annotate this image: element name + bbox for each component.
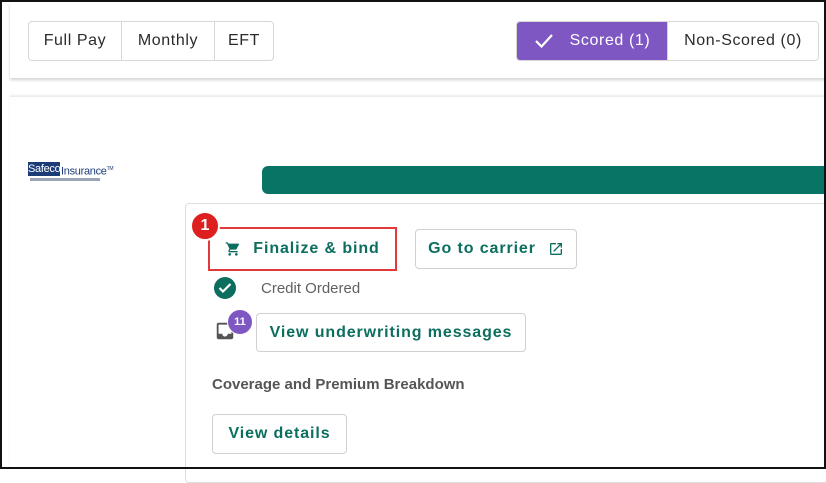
safeco-logo: Safeco InsuranceTM [28,162,128,186]
view-details-button[interactable]: View details [212,414,347,454]
finalize-bind-button[interactable]: Finalize & bind [208,227,397,271]
logo-wordmark: InsuranceTM [61,165,114,178]
go-to-carrier-button[interactable]: Go to carrier [415,229,577,269]
score-toggle-group: Scored (1) Non-Scored (0) [516,21,819,61]
finalize-bind-label: Finalize & bind [253,240,380,257]
message-count-badge: 11 [227,309,253,335]
view-underwriting-messages-button[interactable]: View underwriting messages [256,313,526,352]
filter-full-pay[interactable]: Full Pay [29,22,122,60]
go-to-carrier-label: Go to carrier [428,240,536,257]
credit-status-label: Credit Ordered [261,280,361,297]
premium-bar [262,166,826,194]
tab-scored-label: Scored (1) [569,32,651,49]
filter-monthly[interactable]: Monthly [122,22,215,60]
cart-icon [225,242,240,256]
tab-non-scored[interactable]: Non-Scored (0) [668,22,818,60]
filter-eft[interactable]: EFT [215,22,273,60]
coverage-section-heading: Coverage and Premium Breakdown [212,376,465,393]
check-circle-icon [214,277,236,299]
tab-scored[interactable]: Scored (1) [517,22,668,60]
logo-box: Safeco [28,162,61,176]
check-icon [534,34,553,49]
logo-tagline [30,178,100,181]
external-link-icon [549,243,562,255]
payment-filter-group: Full Pay Monthly EFT [28,21,274,61]
step-marker-badge: 1 [190,211,220,241]
